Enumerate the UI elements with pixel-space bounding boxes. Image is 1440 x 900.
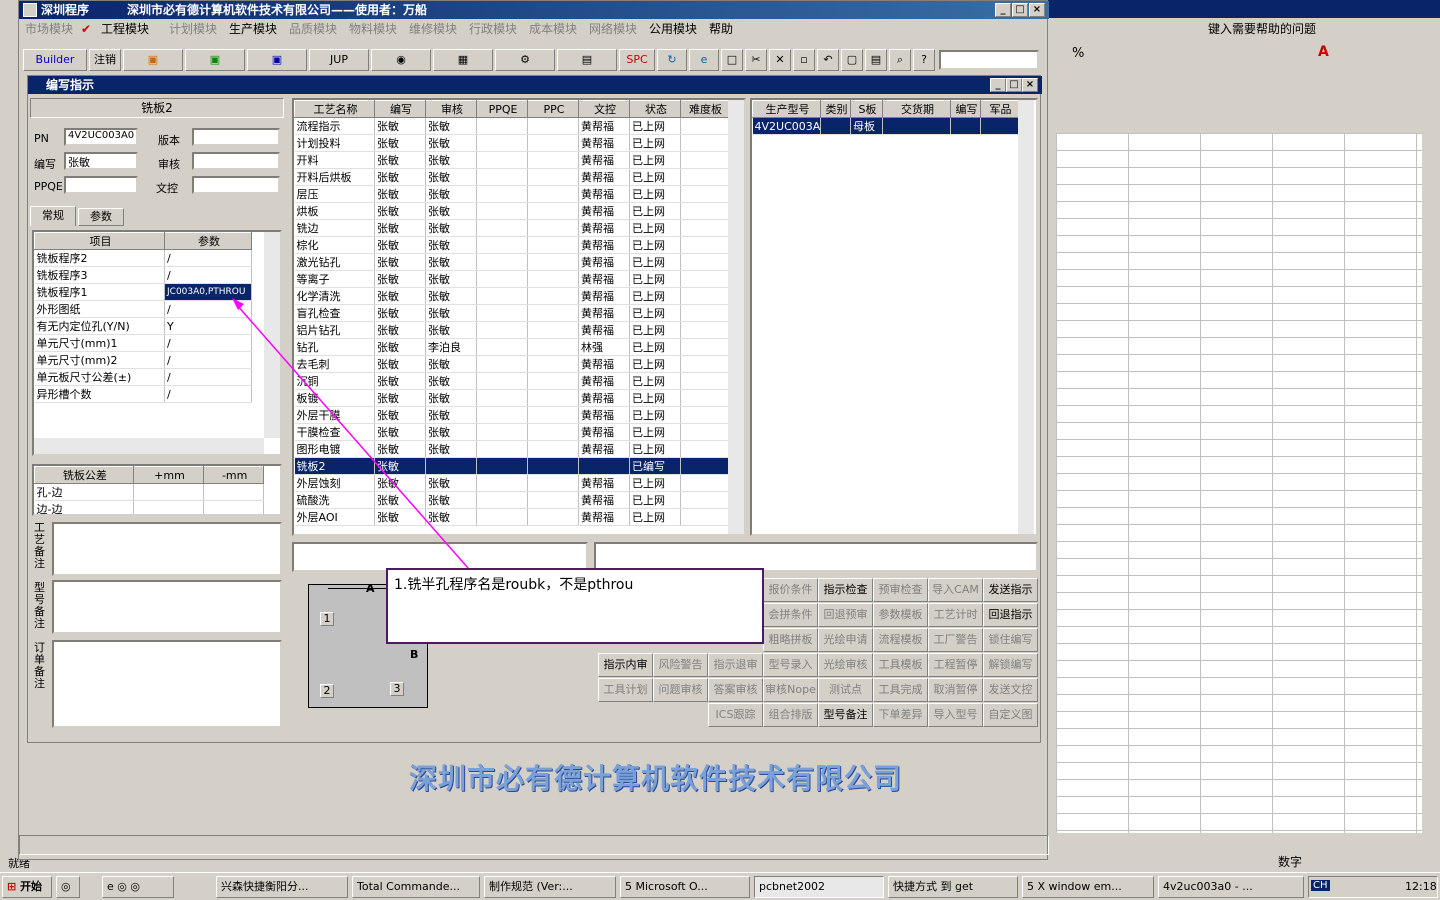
- taskbar-item[interactable]: 5 X window em...: [1022, 876, 1154, 898]
- taskbar-item[interactable]: 4v2uc003a0 - ...: [1158, 876, 1304, 898]
- annotation-callout: 1.铣半孔程序名是roubk，不是pthrou: [386, 568, 764, 644]
- start-button[interactable]: ⊞ 开始: [2, 876, 52, 898]
- system-tray: CH 12:18: [1308, 876, 1438, 898]
- annotation-arrow: [232, 298, 469, 569]
- taskbar-item[interactable]: Total Commande...: [352, 876, 480, 898]
- taskbar-item[interactable]: 兴森快捷衡阳分...: [216, 876, 348, 898]
- callout-text: 1.铣半孔程序名是roubk，不是pthrou: [394, 577, 634, 593]
- taskbar-item[interactable]: 快捷方式 到 get: [888, 876, 1018, 898]
- taskbar-item[interactable]: 制作规范 (Ver:...: [484, 876, 616, 898]
- ime-indicator[interactable]: CH: [1311, 880, 1330, 891]
- quicklaunch-ie-icon[interactable]: e ◎ ◎: [102, 876, 174, 898]
- clock: 12:18: [1405, 880, 1437, 893]
- taskbar-item[interactable]: pcbnet2002: [754, 876, 884, 898]
- taskbar-item[interactable]: 5 Microsoft O...: [620, 876, 750, 898]
- quicklaunch-icon[interactable]: ◎: [56, 876, 80, 898]
- taskbar: ⊞ 开始 ◎ e ◎ ◎ 兴森快捷衡阳分... Total Commande...…: [0, 872, 1440, 900]
